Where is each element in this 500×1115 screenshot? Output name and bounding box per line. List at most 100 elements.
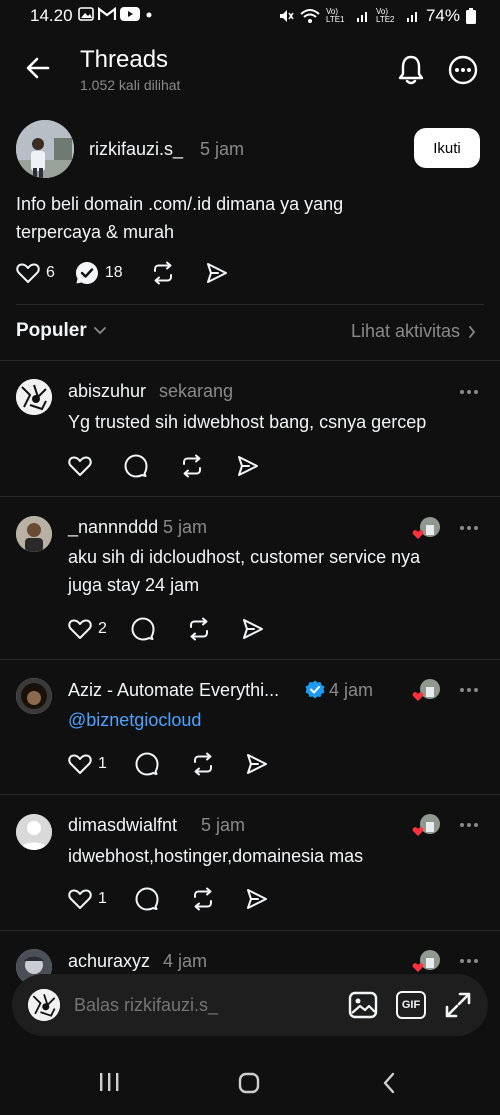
recents-button[interactable]: [98, 1072, 120, 1092]
post-actions: 6 18: [16, 261, 229, 285]
more-circle-icon: [448, 55, 478, 85]
like-button[interactable]: 1: [68, 753, 107, 775]
reply-actions: 1: [68, 887, 269, 911]
heart-icon: [16, 263, 40, 283]
sketch-avatar-icon: [28, 989, 60, 1021]
back-arrow-icon: [26, 57, 50, 79]
heart-icon[interactable]: [68, 455, 92, 477]
author-avatar-heart-icon: [412, 517, 440, 539]
avatar[interactable]: [16, 379, 52, 415]
like-button[interactable]: 6: [16, 262, 55, 284]
repost-icon[interactable]: [191, 752, 215, 776]
repost-button[interactable]: [151, 261, 175, 285]
avatar[interactable]: [16, 678, 52, 714]
reply-username[interactable]: abiszuhur: [68, 381, 146, 402]
system-nav-bar: [0, 1050, 500, 1115]
reply-actions: 1: [68, 752, 269, 776]
gif-label: GIF: [401, 999, 421, 1011]
notifications-button[interactable]: [396, 54, 426, 86]
comment-icon[interactable]: [135, 887, 159, 911]
reply-username[interactable]: Aziz - Automate Everythi...: [68, 680, 279, 701]
quote-count-button[interactable]: 18: [75, 261, 123, 285]
repost-icon[interactable]: [191, 887, 215, 911]
like-button[interactable]: 1: [68, 888, 107, 910]
reply-text: Yg trusted sih idwebhost bang, csnya ger…: [68, 412, 427, 432]
reply-time: 5 jam: [201, 815, 246, 835]
default-avatar-icon: [16, 814, 52, 850]
signal-icon: [356, 12, 367, 22]
gif-button[interactable]: GIF: [396, 991, 426, 1019]
main-post: rizkifauzi.s_ 5 jam Ikuti Info beli doma…: [0, 106, 500, 304]
more-options-icon[interactable]: [460, 526, 478, 530]
recents-icon: [100, 1073, 119, 1091]
send-icon[interactable]: [245, 887, 269, 911]
reply-time: sekarang: [159, 381, 234, 401]
post-text-line: terpercaya & murah: [16, 222, 175, 242]
mention-link[interactable]: @biznetgiocloud: [68, 706, 201, 734]
view-activity-link[interactable]: Lihat aktivitas: [351, 321, 476, 342]
view-activity-label: Lihat aktivitas: [350, 321, 460, 341]
share-button[interactable]: [205, 261, 229, 285]
liked-by-author-badge: [412, 949, 442, 975]
reply-item: dimasdwialfnt 5 jam idwebhost,hostinger,…: [0, 795, 500, 930]
profile-photo-icon: [16, 120, 74, 178]
avatar[interactable]: [16, 120, 74, 178]
back-nav-button[interactable]: [382, 1072, 396, 1094]
send-icon: [206, 263, 227, 283]
more-options-icon[interactable]: [460, 823, 478, 827]
reply-username[interactable]: _nannnddd: [68, 517, 158, 538]
back-button[interactable]: [24, 54, 52, 82]
expand-icon: [445, 992, 471, 1018]
more-options-button[interactable]: [448, 55, 478, 85]
heart-icon: [68, 889, 92, 909]
reply-username[interactable]: dimasdwialfnt: [68, 815, 177, 836]
follow-button[interactable]: Ikuti: [414, 128, 480, 168]
post-username[interactable]: rizkifauzi.s_: [89, 139, 183, 160]
sort-label: Populer: [16, 320, 87, 341]
gallery-icon: [78, 7, 94, 21]
like-button[interactable]: 2: [68, 618, 107, 640]
comment-icon[interactable]: [135, 752, 159, 776]
reply-item: _nannnddd 5 jam aku sih di idcloudhost, …: [0, 497, 500, 659]
post-time: 5 jam: [200, 139, 245, 159]
repost-count: 18: [104, 264, 123, 281]
reply-text-line: aku sih di idcloudhost, customer service…: [68, 547, 421, 567]
chevron-down-icon: [93, 327, 106, 335]
expand-button[interactable]: [444, 991, 472, 1019]
send-icon[interactable]: [241, 617, 265, 641]
status-bar: 14.20 Vo) LTE1 Vo) LTE2 74%: [0, 0, 500, 34]
send-icon[interactable]: [245, 752, 269, 776]
reply-input[interactable]: [74, 990, 324, 1020]
reply-username[interactable]: achuraxyz: [68, 951, 150, 972]
wifi-icon: [300, 9, 320, 23]
sort-dropdown[interactable]: Populer: [16, 320, 107, 342]
gmail-icon: [98, 7, 116, 20]
repost-icon[interactable]: [187, 617, 211, 641]
repost-icon[interactable]: [180, 454, 204, 478]
avatar[interactable]: [16, 814, 52, 850]
check-badge-icon: [75, 262, 98, 284]
mute-icon: [279, 10, 294, 22]
reply-actions: 2: [68, 617, 265, 641]
repost-icon: [153, 261, 172, 285]
more-options-icon[interactable]: [460, 390, 478, 394]
signal-icon: [406, 12, 417, 22]
heart-icon: [68, 754, 92, 774]
more-options-icon[interactable]: [460, 688, 478, 692]
send-icon[interactable]: [236, 454, 260, 478]
sketch-avatar-icon: [16, 379, 52, 415]
reply-item: Aziz - Automate Everythi... 4 jam @bizne…: [0, 660, 500, 794]
reply-actions: [68, 454, 260, 478]
reply-text: aku sih di idcloudhost, customer service…: [68, 543, 420, 599]
author-avatar-heart-icon: [412, 814, 440, 836]
more-options-icon[interactable]: [460, 959, 478, 963]
comment-icon[interactable]: [124, 454, 148, 478]
home-button[interactable]: [238, 1072, 260, 1094]
reply-text: idwebhost,hostinger,domainesia mas: [68, 846, 364, 866]
avatar[interactable]: [16, 516, 52, 552]
back-chevron-icon: [383, 1072, 395, 1094]
image-attach-button[interactable]: [348, 991, 378, 1019]
comment-icon[interactable]: [131, 617, 155, 641]
chevron-right-icon: [469, 325, 476, 338]
reply-time: 4 jam: [329, 680, 374, 700]
